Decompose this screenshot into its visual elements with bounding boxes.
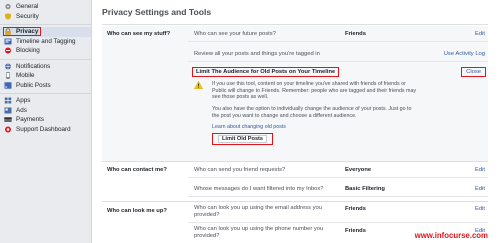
sidebar-item-security[interactable]: Security — [0, 12, 91, 22]
close-button[interactable]: Close — [461, 67, 486, 77]
edit-link[interactable]: Edit — [475, 206, 485, 212]
setting-question: Who can send you friend requests? — [194, 167, 286, 173]
limit-option-note: You also have the option to individually… — [212, 106, 412, 119]
setting-row-message-filtering[interactable]: Whose messages do I want filtered into m… — [188, 181, 488, 197]
setting-question: Who can look you up using the email addr… — [194, 205, 322, 218]
sidebar-item-notifications[interactable]: Notifications — [0, 62, 91, 72]
sidebar-group-apps: Apps Ads Payments Support Dashboard — [0, 94, 91, 137]
rss-icon — [4, 82, 12, 89]
limit-description: If you use this tool, content on your ti… — [212, 81, 417, 101]
section-label: Who can see my stuff? — [107, 31, 171, 37]
edit-link[interactable]: Edit — [475, 31, 485, 37]
sidebar-item-payments[interactable]: Payments — [0, 115, 91, 125]
setting-question: Who can look you up using the phone numb… — [194, 226, 324, 239]
section-contact-me: Who can contact me? Who can send you fri… — [102, 162, 488, 202]
sidebar-item-blocking[interactable]: Blocking — [0, 46, 91, 56]
limit-old-posts-button[interactable]: Limit Old Posts — [212, 133, 274, 145]
sidebar-group-account: General Security — [0, 0, 91, 25]
settings-sidebar: General Security Privacy Timeline and Ta… — [0, 0, 91, 243]
section-see-my-stuff: Who can see my stuff? Who can see your f… — [102, 26, 488, 162]
edit-link[interactable]: Edit — [475, 186, 485, 192]
phone-icon — [4, 72, 12, 79]
title-divider — [102, 24, 488, 25]
setting-value: Friends — [345, 31, 366, 37]
shield-icon — [4, 13, 12, 20]
settings-page: General Security Privacy Timeline and Ta… — [0, 0, 500, 243]
card-icon — [4, 116, 12, 123]
setting-question: Review all your posts and things you're … — [194, 51, 320, 57]
setting-row-friend-requests[interactable]: Who can send you friend requests? Everyo… — [188, 162, 488, 178]
sidebar-item-label: Support Dashboard — [16, 125, 71, 133]
sidebar-item-support-dashboard[interactable]: Support Dashboard — [0, 125, 91, 135]
limit-old-posts-panel: Limit The Audience for Old Posts on Your… — [188, 66, 488, 158]
setting-question: Whose messages do I want filtered into m… — [194, 186, 324, 192]
sidebar-item-label: General — [16, 3, 39, 11]
sidebar-item-general[interactable]: General — [0, 2, 91, 12]
sidebar-item-privacy[interactable]: Privacy — [0, 27, 91, 37]
apps-icon — [4, 97, 12, 104]
setting-row-email-lookup[interactable]: Who can look you up using the email addr… — [188, 203, 488, 223]
globe-icon — [4, 63, 12, 70]
activity-log-link[interactable]: Use Activity Log — [444, 51, 485, 57]
sidebar-group-notifications: Notifications Mobile Public Posts — [0, 60, 91, 94]
lock-icon — [4, 28, 12, 36]
setting-question: Who can see your future posts? — [194, 31, 276, 37]
watermark: www.infocurse.com — [414, 231, 488, 240]
sidebar-item-label: Notifications — [16, 62, 51, 70]
limit-panel-title: Limit The Audience for Old Posts on Your… — [192, 67, 340, 77]
limit-old-posts-label: Limit Old Posts — [218, 135, 268, 143]
sidebar-item-label: Security — [16, 12, 39, 20]
sidebar-item-apps[interactable]: Apps — [0, 96, 91, 106]
privacy-highlight: Privacy — [2, 27, 42, 37]
sidebar-item-label: Privacy — [16, 28, 39, 36]
setting-value: Everyone — [345, 167, 372, 173]
warning-icon — [193, 80, 204, 89]
setting-value: Basic Filtering — [345, 186, 385, 192]
page-title: Privacy Settings and Tools — [102, 7, 212, 17]
settings-main: Privacy Settings and Tools Who can see m… — [91, 0, 500, 243]
lifebuoy-icon — [4, 126, 12, 133]
block-icon — [4, 47, 12, 54]
gear-icon — [4, 3, 12, 10]
timeline-icon — [4, 38, 12, 45]
sidebar-item-label: Timeline and Tagging — [16, 37, 76, 45]
setting-row-future-posts[interactable]: Who can see your future posts? Friends E… — [188, 26, 488, 42]
sidebar-item-ads[interactable]: Ads — [0, 106, 91, 116]
learn-more-link[interactable]: Learn about changing old posts — [212, 124, 286, 130]
setting-value: Friends — [345, 228, 366, 234]
sidebar-item-mobile[interactable]: Mobile — [0, 71, 91, 81]
ads-icon — [4, 107, 12, 114]
sidebar-item-label: Ads — [16, 106, 27, 114]
sidebar-item-label: Public Posts — [16, 81, 51, 89]
edit-link[interactable]: Edit — [475, 167, 485, 173]
sidebar-item-label: Apps — [16, 97, 31, 105]
sidebar-item-label: Blocking — [16, 47, 40, 55]
sidebar-item-public-posts[interactable]: Public Posts — [0, 81, 91, 91]
sidebar-group-privacy: Privacy Timeline and Tagging Blocking — [0, 25, 91, 60]
setting-row-review-posts[interactable]: Review all your posts and things you're … — [188, 46, 488, 62]
section-label: Who can contact me? — [107, 167, 167, 173]
setting-value: Friends — [345, 206, 366, 212]
sidebar-item-label: Mobile — [16, 72, 35, 80]
sidebar-item-timeline[interactable]: Timeline and Tagging — [0, 37, 91, 47]
section-label: Who can look me up? — [107, 208, 167, 214]
sidebar-item-label: Payments — [16, 116, 44, 124]
